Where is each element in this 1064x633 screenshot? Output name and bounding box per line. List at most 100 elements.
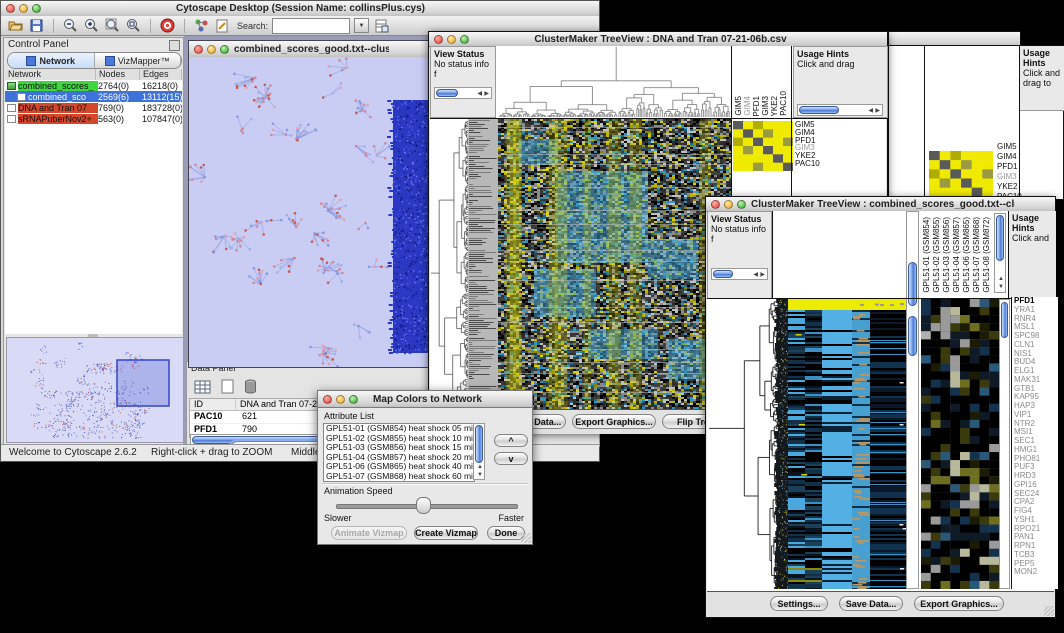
- faster-label: Faster: [498, 513, 524, 523]
- minimize-button[interactable]: [19, 4, 28, 13]
- scroll-left-icon[interactable]: ◀: [868, 108, 873, 114]
- dialog-title: Map Colors to Network: [363, 394, 492, 405]
- scroll-left-icon[interactable]: ◀: [477, 91, 482, 97]
- close-button[interactable]: [194, 45, 203, 54]
- float-panel-icon[interactable]: [169, 40, 180, 51]
- column-dendrogram[interactable]: [498, 46, 731, 117]
- scroll-down-icon[interactable]: ▼: [477, 472, 483, 478]
- view-status-scrollbar[interactable]: ◀ ▶: [434, 87, 492, 99]
- control-panel-tab[interactable]: Network: [8, 53, 95, 68]
- annotation-icon[interactable]: [214, 18, 231, 33]
- zoom-selected-icon[interactable]: [125, 18, 142, 33]
- move-up-button[interactable]: ^: [494, 434, 528, 447]
- treeview1-button[interactable]: Export Graphics...: [572, 414, 656, 429]
- row-dendrogram[interactable]: [430, 119, 468, 409]
- label-vscrollbar[interactable]: ▲ ▼: [994, 213, 1006, 293]
- create-vizmap-button[interactable]: Create Vizmap: [414, 526, 478, 540]
- done-button[interactable]: Done: [487, 526, 525, 540]
- zoom-fit-icon[interactable]: [104, 18, 121, 33]
- new-attribute-icon[interactable]: [217, 377, 237, 395]
- network-list: combined_scores_ 2764(0) 16218(0) combin…: [5, 80, 182, 124]
- search-label: Search:: [237, 21, 268, 31]
- slider-thumb[interactable]: [416, 497, 431, 514]
- treeview2-button[interactable]: Settings...: [770, 596, 828, 611]
- zoom-button[interactable]: [220, 45, 229, 54]
- open-file-icon[interactable]: [7, 18, 24, 33]
- move-down-button[interactable]: v: [494, 452, 528, 465]
- resize-grip[interactable]: [521, 533, 531, 543]
- control-panel-tab[interactable]: VizMapper™: [95, 53, 182, 68]
- help-lifering-icon[interactable]: [159, 18, 176, 33]
- zoom-button[interactable]: [32, 4, 41, 13]
- detail-heatmap[interactable]: [921, 299, 999, 589]
- usage-hints-scrollbar[interactable]: ◀ ▶: [797, 104, 883, 116]
- search-input[interactable]: [272, 18, 350, 34]
- scroll-down-icon[interactable]: ▼: [998, 284, 1004, 290]
- treeview2-title: ClusterMaker TreeView : combined_scores_…: [751, 199, 1015, 210]
- close-button[interactable]: [323, 395, 332, 404]
- global-heatmap[interactable]: [498, 119, 731, 409]
- zoom-in-icon[interactable]: [83, 18, 100, 33]
- treeview1-row-labels: GIM5GIM4PFD1GIM3YKE2PAC10: [795, 121, 820, 168]
- minimize-button[interactable]: [207, 45, 216, 54]
- close-button[interactable]: [711, 200, 720, 209]
- treeview2-button[interactable]: Save Data...: [839, 596, 903, 611]
- table-import-icon[interactable]: [373, 18, 390, 33]
- scroll-up-icon[interactable]: ▲: [998, 276, 1004, 282]
- network-window-title: combined_scores_good.txt--cluste...: [234, 44, 389, 55]
- birdseye-overview[interactable]: [6, 337, 184, 443]
- scroll-left-icon[interactable]: ◀: [753, 272, 758, 278]
- attribute-list-scrollbar[interactable]: ▲ ▼: [473, 423, 485, 480]
- attribute-list-item[interactable]: GPL51-07 (GSM868) heat shock 60 min: [324, 472, 474, 482]
- search-dropdown-arrow[interactable]: ▼: [354, 18, 369, 33]
- network-file-icon: [7, 115, 16, 123]
- network-file-icon: [7, 104, 16, 112]
- attribute-table-icon[interactable]: [192, 377, 212, 395]
- close-button[interactable]: [6, 4, 15, 13]
- network-list-row[interactable]: DNA and Tran 07 769(0) 183728(0): [5, 102, 182, 113]
- control-panel: Control Panel NetworkVizMapper™ Network …: [3, 37, 184, 447]
- network-list-row[interactable]: combined_scores_ 2764(0) 16218(0): [5, 80, 182, 91]
- delete-attribute-icon[interactable]: [240, 377, 260, 395]
- scroll-right-icon[interactable]: ▶: [760, 272, 765, 278]
- zoom-button[interactable]: [460, 35, 469, 44]
- scroll-right-icon[interactable]: ▶: [875, 108, 880, 114]
- save-icon[interactable]: [28, 18, 45, 33]
- network-file-icon: [17, 93, 26, 101]
- vizmapper-icon[interactable]: [193, 18, 210, 33]
- minimize-button[interactable]: [724, 200, 733, 209]
- scroll-right-icon[interactable]: ▶: [484, 91, 489, 97]
- zoom-out-icon[interactable]: [62, 18, 79, 33]
- row-dendrogram[interactable]: [708, 299, 788, 589]
- zoom-button[interactable]: [737, 200, 746, 209]
- zoom-button[interactable]: [349, 395, 358, 404]
- network-view-canvas[interactable]: [189, 57, 429, 367]
- main-window-title: Cytoscape Desktop (Session Name: collins…: [46, 3, 555, 14]
- main-heatmap[interactable]: [788, 299, 906, 589]
- treeview2-button-bar: Settings... Save Data... Export Graphics..…: [707, 591, 1054, 616]
- resize-grip[interactable]: [1044, 606, 1054, 616]
- minimize-button[interactable]: [336, 395, 345, 404]
- network-tab-icon: [26, 56, 36, 66]
- view-status-panel: View Status No status info f ◀ ▶: [707, 211, 772, 299]
- network-list-row[interactable]: sRNAPuberNov2+ 563(0) 107847(0): [5, 113, 182, 124]
- scroll-up-icon[interactable]: ▲: [477, 464, 483, 470]
- network-tab-icon: [105, 56, 115, 66]
- zoom-matrix-heatmap[interactable]: [733, 121, 793, 171]
- minimize-button[interactable]: [447, 35, 456, 44]
- network-view-window: combined_scores_good.txt--cluste...: [188, 40, 430, 368]
- view-status-scrollbar[interactable]: ◀ ▶: [711, 268, 768, 280]
- map-colors-dialog: Map Colors to Network Attribute List GPL…: [317, 390, 533, 545]
- network-list-row[interactable]: combined_sco 2569(6) 13112(15): [5, 91, 182, 102]
- detail-vscrollbar[interactable]: [999, 299, 1010, 589]
- usage-hints-panel: Usage Hints Click and drag ◀ ▶: [793, 46, 888, 118]
- animate-vizmap-button[interactable]: Animate Vizmap: [331, 526, 407, 540]
- gene-label[interactable]: MON2: [1014, 568, 1058, 577]
- main-titlebar[interactable]: Cytoscape Desktop (Session Name: collins…: [1, 1, 599, 17]
- usage-hints-panel: Usage Hints Click and: [1009, 211, 1056, 299]
- treeview2-button[interactable]: Export Graphics...: [914, 596, 1004, 611]
- close-button[interactable]: [434, 35, 443, 44]
- treeview2-window: ClusterMaker TreeView : combined_scores_…: [705, 196, 1056, 618]
- network-list-whitespace: [5, 124, 182, 334]
- main-vscrollbar[interactable]: [906, 211, 919, 589]
